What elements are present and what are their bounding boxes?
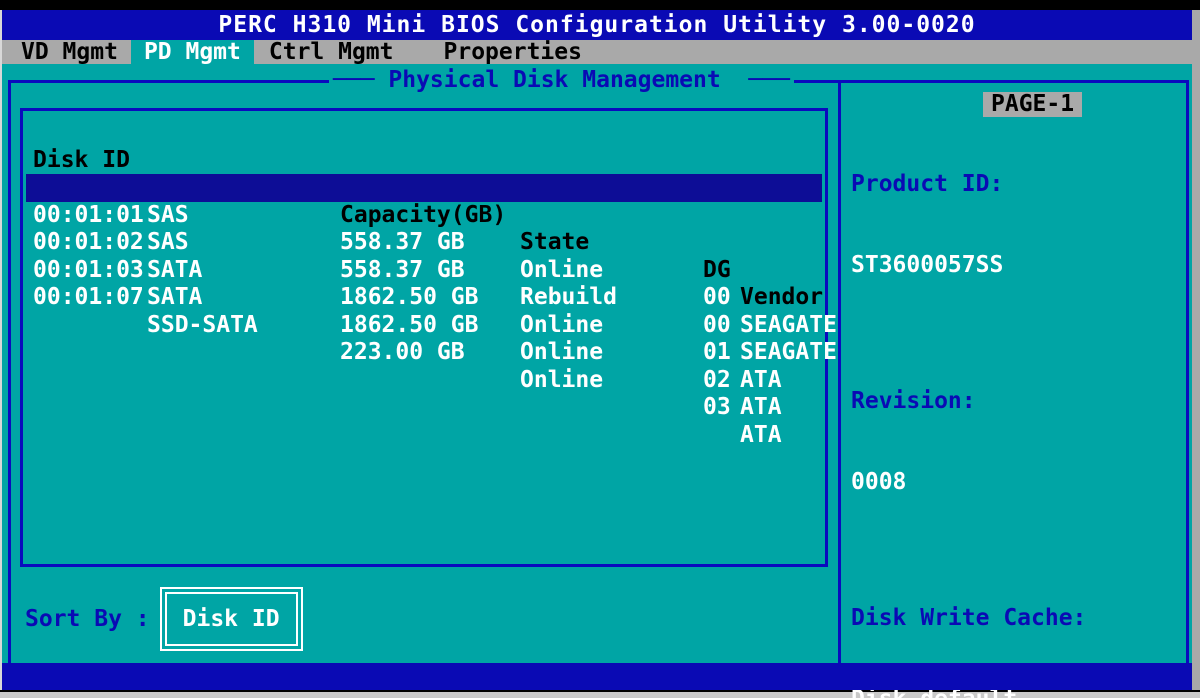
disk-row[interactable]: 00:01:02 SATA 1862.50 GB Online 01 ATA bbox=[26, 202, 822, 230]
detail-label: Disk Write Cache: bbox=[851, 605, 1189, 632]
dg-cell: 03 bbox=[703, 394, 731, 422]
dg-cell: 00 bbox=[703, 312, 731, 340]
disk-row[interactable]: 00:01:01 SAS 558.37 GB Rebuild 00 SEAGAT… bbox=[26, 174, 822, 202]
detail-field: Product ID: ST3600057SS bbox=[851, 117, 1189, 334]
dg-cell: 02 bbox=[703, 367, 731, 395]
page-badge: PAGE-1 bbox=[983, 92, 1082, 117]
physical-disk-management-panel: Physical Disk Management Disk ID Type Ca… bbox=[8, 80, 1189, 663]
detail-value: 0008 bbox=[851, 469, 1189, 496]
panel-title: Physical Disk Management bbox=[329, 67, 794, 93]
capacity-cell: 1862.50 GB bbox=[340, 284, 478, 312]
vendor-cell: ATA bbox=[740, 394, 782, 422]
disk-row[interactable]: 00:01:00 SAS 558.37 GB Online 00 SEAGATE bbox=[26, 147, 822, 175]
detail-label: Product ID: bbox=[851, 171, 1189, 198]
disk-row[interactable]: 00:01:03 SATA 1862.50 GB Online 02 ATA bbox=[26, 229, 822, 257]
vendor-cell: SEAGATE bbox=[740, 339, 837, 367]
menu-bar: VD Mgmt PD Mgmt Ctrl Mgmt Properties bbox=[2, 40, 1192, 64]
menu-tab[interactable]: Ctrl Mgmt bbox=[256, 40, 407, 64]
disk-id-cell: 00:01:07 bbox=[33, 284, 144, 312]
detail-field: Revision: 0008 bbox=[851, 334, 1189, 551]
bios-screen: PERC H310 Mini BIOS Configuration Utilit… bbox=[0, 0, 1200, 698]
sort-by-value[interactable]: Disk ID bbox=[160, 587, 303, 651]
state-cell: Rebuild bbox=[520, 284, 617, 312]
dg-cell: 01 bbox=[703, 339, 731, 367]
footer-shortcuts: F1-Help F2-Operations F5-Refresh Ctrl-N-… bbox=[2, 663, 1192, 690]
capacity-cell: 223.00 GB bbox=[340, 339, 465, 367]
screen-edge-top bbox=[0, 0, 1200, 10]
sort-by-label: Sort By : bbox=[25, 606, 150, 632]
dg-cell: 00 bbox=[703, 284, 731, 312]
state-cell: Online bbox=[520, 312, 603, 340]
app-title: PERC H310 Mini BIOS Configuration Utilit… bbox=[218, 12, 975, 38]
disk-row[interactable]: 00:01:07 SSD-SATA 223.00 GB Online 03 AT… bbox=[26, 257, 822, 285]
vendor-cell: ATA bbox=[740, 367, 782, 395]
state-cell: Online bbox=[520, 339, 603, 367]
type-cell: SSD-SATA bbox=[147, 312, 258, 340]
menu-tab[interactable]: VD Mgmt bbox=[8, 40, 131, 64]
screen-edge-right bbox=[1192, 0, 1200, 698]
sort-by-row: Sort By : Disk ID bbox=[25, 586, 303, 652]
menu-tab[interactable]: PD Mgmt bbox=[131, 40, 254, 64]
details-panel: PAGE-1 Product ID: ST3600057SS Revision:… bbox=[838, 80, 1189, 663]
col-header-vendor: Vendor bbox=[740, 284, 823, 312]
disk-table-header: Disk ID Type Capacity(GB) State DG Vendo… bbox=[26, 119, 822, 147]
menu-tab[interactable]: Properties bbox=[431, 40, 595, 64]
vendor-cell: SEAGATE bbox=[740, 312, 837, 340]
screen-edge-left bbox=[0, 10, 2, 690]
state-cell: Online bbox=[520, 367, 603, 395]
disk-table: Disk ID Type Capacity(GB) State DG Vendo… bbox=[20, 108, 828, 567]
vendor-cell: ATA bbox=[740, 422, 782, 450]
title-bar: PERC H310 Mini BIOS Configuration Utilit… bbox=[2, 10, 1192, 40]
detail-value: ST3600057SS bbox=[851, 252, 1189, 279]
detail-label: Revision: bbox=[851, 388, 1189, 415]
capacity-cell: 1862.50 GB bbox=[340, 312, 478, 340]
